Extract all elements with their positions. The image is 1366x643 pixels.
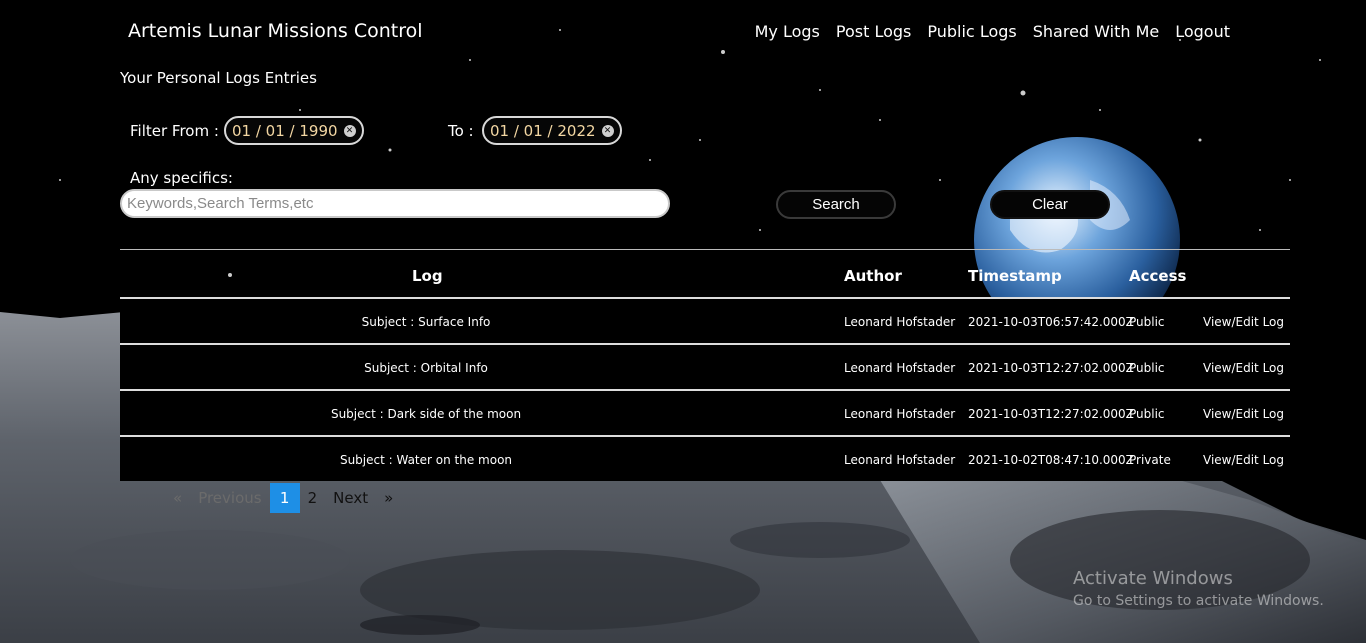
page-2-button[interactable]: 2: [300, 483, 326, 513]
header-access: Access: [1129, 267, 1187, 285]
row-log: Subject : Dark side of the moon: [330, 407, 522, 421]
search-button[interactable]: Search: [776, 190, 896, 219]
row-access: Public: [1129, 407, 1165, 421]
logs-table: Log Author Timestamp Access Subject : Su…: [120, 249, 1290, 481]
filter-to-label: To :: [448, 122, 474, 140]
page-subtitle: Your Personal Logs Entries: [120, 69, 317, 87]
row-timestamp: 2021-10-03T12:27:02.000Z: [968, 407, 1134, 421]
date-to-value: 01 / 01 / 2022: [490, 121, 596, 140]
view-edit-log-link[interactable]: View/Edit Log: [1203, 315, 1284, 329]
next-page-link[interactable]: Next: [325, 483, 376, 513]
date-from-input[interactable]: 01 / 01 / 1990 ✕: [224, 116, 364, 145]
table-row: Subject : Surface Info Leonard Hofstader…: [120, 299, 1290, 345]
header-author: Author: [844, 267, 902, 285]
row-timestamp: 2021-10-03T06:57:42.000Z: [968, 315, 1134, 329]
nav-post-logs[interactable]: Post Logs: [836, 22, 911, 41]
row-author: Leonard Hofstader: [844, 407, 956, 421]
table-row: Subject : Dark side of the moon Leonard …: [120, 391, 1290, 437]
row-access: Public: [1129, 315, 1165, 329]
table-row: Subject : Water on the moon Leonard Hofs…: [120, 437, 1290, 481]
row-access: Public: [1129, 361, 1165, 375]
table-row: Subject : Orbital Info Leonard Hofstader…: [120, 345, 1290, 391]
clear-button[interactable]: Clear: [990, 190, 1110, 219]
clear-date-from-icon[interactable]: ✕: [343, 124, 356, 137]
row-log: Subject : Orbital Info: [364, 361, 488, 375]
row-log: Subject : Surface Info: [361, 315, 491, 329]
nav-my-logs[interactable]: My Logs: [755, 22, 820, 41]
activate-windows-watermark: Activate Windows Go to Settings to activ…: [1073, 568, 1324, 609]
pagination: « Previous 1 2 Next »: [165, 483, 401, 513]
search-input[interactable]: [120, 189, 670, 218]
next-arrow-icon[interactable]: »: [376, 483, 401, 513]
watermark-subtitle: Go to Settings to activate Windows.: [1073, 593, 1324, 609]
row-author: Leonard Hofstader: [844, 453, 956, 467]
row-timestamp: 2021-10-03T12:27:02.000Z: [968, 361, 1134, 375]
nav-public-logs[interactable]: Public Logs: [927, 22, 1016, 41]
header-log: Log: [412, 267, 443, 285]
row-timestamp: 2021-10-02T08:47:10.000Z: [968, 453, 1134, 467]
date-from-value: 01 / 01 / 1990: [232, 121, 338, 140]
header-timestamp: Timestamp: [968, 267, 1062, 285]
view-edit-log-link[interactable]: View/Edit Log: [1203, 361, 1284, 375]
filter-from-label: Filter From :: [130, 122, 219, 140]
view-edit-log-link[interactable]: View/Edit Log: [1203, 453, 1284, 467]
row-access: Private: [1129, 453, 1171, 467]
previous-page-link[interactable]: Previous: [190, 483, 269, 513]
row-author: Leonard Hofstader: [844, 315, 956, 329]
table-header: Log Author Timestamp Access: [120, 249, 1290, 299]
row-author: Leonard Hofstader: [844, 361, 956, 375]
date-to-input[interactable]: 01 / 01 / 2022 ✕: [482, 116, 622, 145]
prev-arrow-icon[interactable]: «: [165, 483, 190, 513]
top-nav: My Logs Post Logs Public Logs Shared Wit…: [755, 22, 1230, 41]
table-body: Subject : Surface Info Leonard Hofstader…: [120, 299, 1290, 481]
app-title: Artemis Lunar Missions Control: [128, 20, 423, 42]
clear-date-to-icon[interactable]: ✕: [601, 124, 614, 137]
watermark-title: Activate Windows: [1073, 568, 1233, 589]
row-log: Subject : Water on the moon: [339, 453, 513, 467]
nav-logout[interactable]: Logout: [1175, 22, 1230, 41]
nav-shared-with-me[interactable]: Shared With Me: [1033, 22, 1159, 41]
page-1-button[interactable]: 1: [269, 483, 300, 513]
specifics-label: Any specifics:: [130, 169, 233, 187]
view-edit-log-link[interactable]: View/Edit Log: [1203, 407, 1284, 421]
